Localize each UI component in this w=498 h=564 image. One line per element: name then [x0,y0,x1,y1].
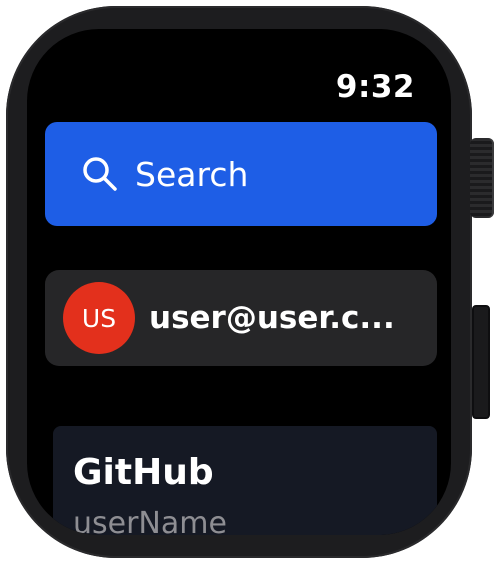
account-row[interactable]: US user@user.c... [45,270,437,366]
search-icon [81,155,119,193]
search-button[interactable]: Search [45,122,437,226]
status-time: 9:32 [335,69,415,105]
watch-screen: 9:32 Search US user@user.c... GitHub use… [27,29,451,535]
digital-crown[interactable] [470,138,494,218]
account-email: user@user.c... [149,300,395,336]
avatar: US [63,282,135,354]
card-title: GitHub [73,452,214,493]
side-button[interactable] [472,305,490,419]
card-subtitle: userName [73,506,227,535]
search-label: Search [135,154,249,194]
service-card[interactable]: GitHub userName [53,426,437,535]
